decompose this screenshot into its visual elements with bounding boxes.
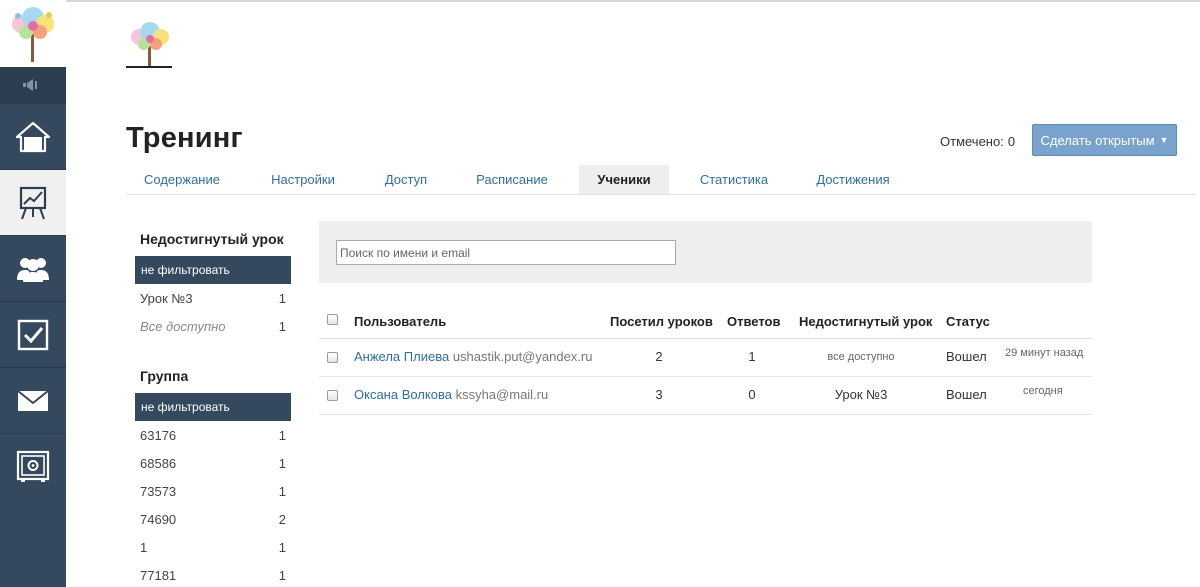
- sidebar-item-users[interactable]: [0, 235, 66, 301]
- table-header: Пользователь Посетил уроков Ответов Недо…: [319, 303, 1092, 339]
- user-email: ushastik.put@yandex.ru: [452, 349, 593, 364]
- tab-content[interactable]: Содержание: [126, 165, 238, 194]
- filter-group-item[interactable]: 74690 2: [140, 509, 286, 529]
- filter-group-item[interactable]: 77181 1: [140, 565, 286, 585]
- status-cell: Вошел: [946, 387, 987, 402]
- last-visit-cell: 29 минут назад: [1005, 347, 1084, 359]
- sidebar-item-home[interactable]: [0, 103, 66, 169]
- col-unreached[interactable]: Недостигнутый урок: [799, 314, 932, 329]
- unreached-cell: Урок №3: [834, 387, 888, 402]
- tab-schedule[interactable]: Расписание: [461, 165, 563, 194]
- tab-statistics[interactable]: Статистика: [685, 165, 783, 194]
- sidebar: [0, 0, 66, 587]
- filter-group-item[interactable]: 1 1: [140, 537, 286, 557]
- checkbox-icon: [17, 319, 49, 350]
- user-name-link[interactable]: Оксана Волкова: [354, 387, 452, 402]
- unreached-cell: все доступно: [827, 351, 895, 363]
- filter-group-selected[interactable]: не фильтровать: [135, 393, 291, 421]
- marked-label: Отмечено:: [940, 134, 1004, 149]
- page-title: Тренинг: [126, 122, 243, 154]
- search-panel: [319, 221, 1092, 283]
- sidebar-collapse-toggle[interactable]: [0, 67, 66, 103]
- chart-board-icon: [19, 186, 47, 219]
- row-checkbox[interactable]: [327, 390, 338, 401]
- visited-cell: 3: [655, 387, 663, 402]
- home-icon: [16, 121, 50, 152]
- sidebar-logo[interactable]: [0, 0, 66, 67]
- sidebar-item-settings[interactable]: [0, 433, 66, 499]
- filter-lesson-item[interactable]: Урок №3 1: [140, 288, 286, 308]
- table-row: Анжела Плиева ushastik.put@yandex.ru 2 1…: [319, 339, 1092, 377]
- tab-students[interactable]: Ученики: [579, 165, 669, 194]
- user-name-link[interactable]: Анжела Плиева: [354, 349, 449, 364]
- tree-logo-icon: [12, 6, 54, 62]
- filter-group-item[interactable]: 68586 1: [140, 453, 286, 473]
- filter-lesson-item[interactable]: Все доступно 1: [140, 316, 286, 336]
- col-status[interactable]: Статус: [946, 314, 990, 329]
- top-border: [0, 0, 1200, 2]
- caret-down-icon: ▼: [1159, 135, 1169, 145]
- col-visited[interactable]: Посетил уроков: [610, 314, 713, 329]
- sidebar-item-training[interactable]: [0, 169, 66, 235]
- filter-group-item[interactable]: 73573 1: [140, 481, 286, 501]
- marked-counter: Отмечено: 0: [940, 134, 1015, 149]
- tab-bar: Содержание Настройки Доступ Расписание У…: [126, 165, 1196, 195]
- status-cell: Вошел: [946, 349, 987, 364]
- make-open-button-label: Сделать открытым: [1040, 132, 1155, 148]
- user-cell: Анжела Плиева ushastik.put@yandex.ru: [354, 349, 592, 364]
- filter-group-item[interactable]: 63176 1: [140, 425, 286, 445]
- col-user[interactable]: Пользователь: [354, 314, 446, 329]
- search-input[interactable]: [336, 240, 676, 265]
- mail-icon: [17, 389, 49, 411]
- filter-group-title: Группа: [140, 368, 189, 384]
- answers-cell: 1: [748, 349, 756, 364]
- logo-underline: [126, 66, 172, 68]
- school-logo-icon[interactable]: [126, 20, 174, 69]
- sidebar-item-mail[interactable]: [0, 367, 66, 433]
- select-all-checkbox[interactable]: [327, 314, 338, 325]
- users-icon: [17, 257, 49, 282]
- sidebar-item-tasks[interactable]: [0, 301, 66, 367]
- answers-cell: 0: [748, 387, 756, 402]
- tab-settings[interactable]: Настройки: [253, 165, 353, 194]
- col-answers[interactable]: Ответов: [727, 314, 781, 329]
- filter-lesson-title: Недостигнутый урок: [140, 231, 284, 247]
- last-visit-cell: сегодня: [1023, 385, 1063, 397]
- tab-access[interactable]: Доступ: [367, 165, 445, 194]
- visited-cell: 2: [655, 349, 663, 364]
- marked-count: 0: [1007, 134, 1016, 149]
- make-open-button[interactable]: Сделать открытым ▼: [1032, 124, 1177, 156]
- row-checkbox[interactable]: [327, 352, 338, 363]
- safe-icon: [16, 450, 50, 482]
- filter-lesson-selected[interactable]: не фильтровать: [135, 256, 291, 284]
- speaker-icon: [23, 79, 37, 91]
- user-email: kssyha@mail.ru: [455, 387, 549, 402]
- table-row: Оксана Волкова kssyha@mail.ru 3 0 Урок №…: [319, 377, 1092, 415]
- user-cell: Оксана Волкова kssyha@mail.ru: [354, 387, 548, 402]
- tab-achievements[interactable]: Достижения: [799, 165, 907, 194]
